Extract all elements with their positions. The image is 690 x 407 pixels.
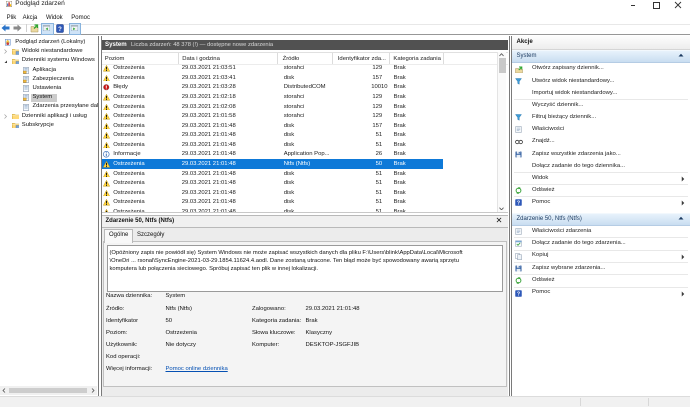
svg-text:?: ?	[516, 291, 519, 297]
svg-text:?: ?	[516, 201, 519, 207]
